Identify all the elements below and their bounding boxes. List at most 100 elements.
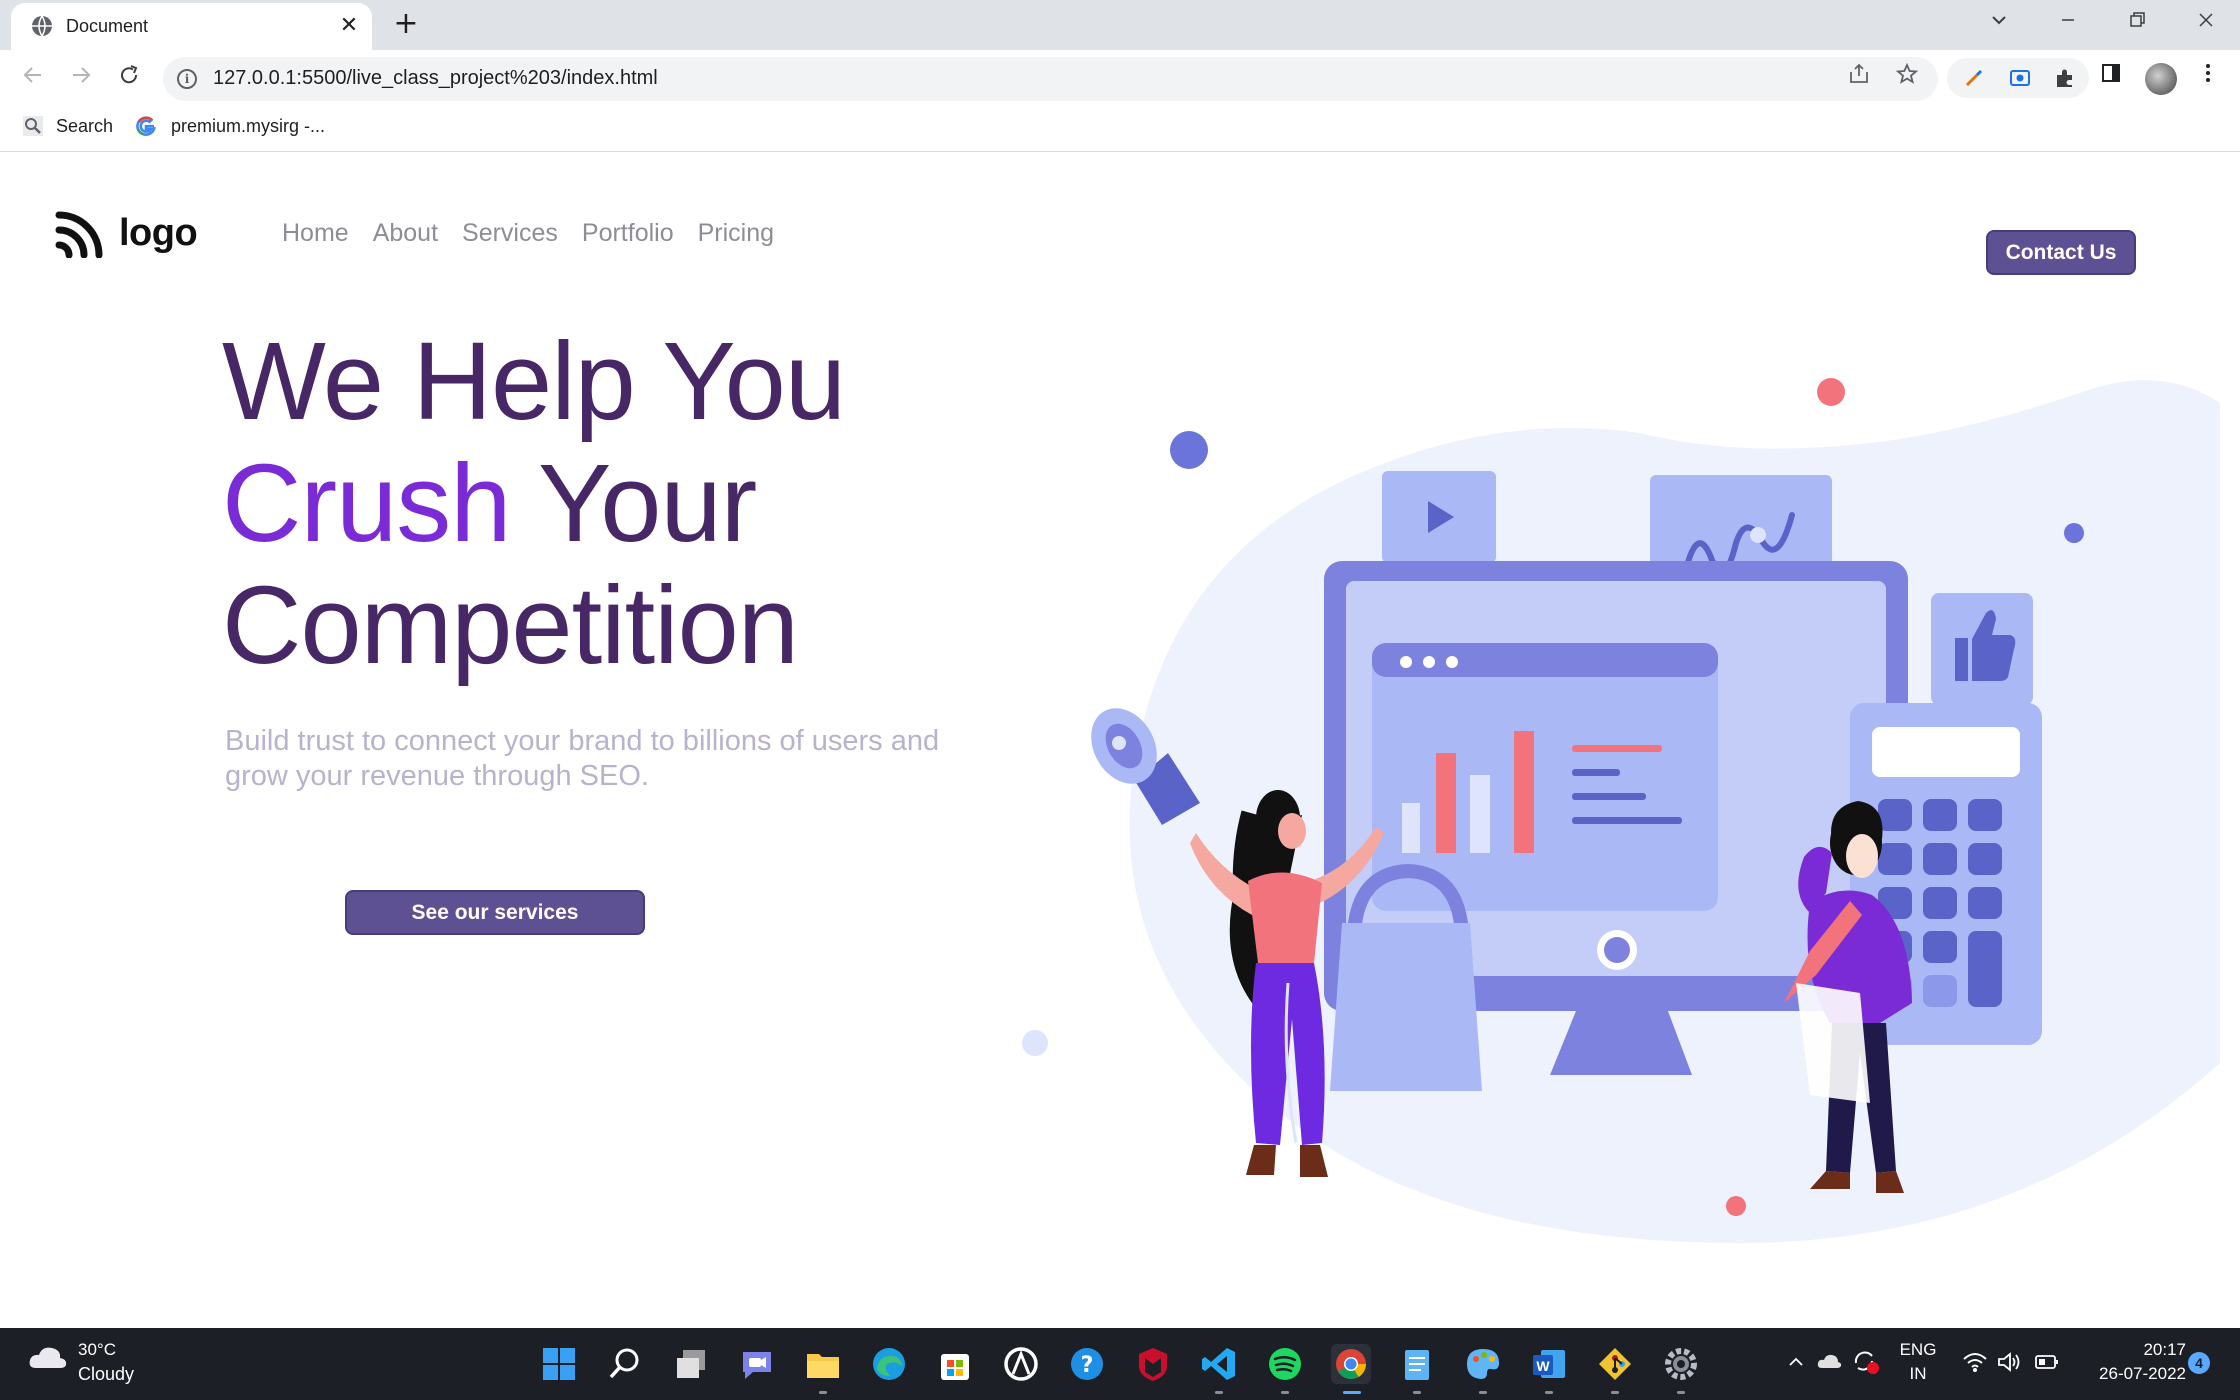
site-logo[interactable]: logo xyxy=(55,208,198,258)
nav-services[interactable]: Services xyxy=(462,219,558,248)
help-icon[interactable]: ? xyxy=(1067,1344,1107,1384)
windows-start-icon[interactable] xyxy=(539,1344,579,1384)
bar xyxy=(1470,775,1490,853)
mcafee-icon[interactable] xyxy=(1133,1344,1173,1384)
new-tab-button[interactable]: + xyxy=(391,9,421,39)
app-icon[interactable] xyxy=(1001,1344,1041,1384)
decor-dot xyxy=(2064,523,2084,543)
bookmark-label: premium.mysirg -... xyxy=(171,115,326,136)
active-indicator xyxy=(1343,1391,1361,1394)
store-icon[interactable] xyxy=(935,1344,975,1384)
color-picker-icon[interactable] xyxy=(1963,67,1985,89)
teams-chat-icon[interactable] xyxy=(737,1344,777,1384)
volume-icon[interactable] xyxy=(1996,1350,2022,1379)
notification-badge[interactable]: 4 xyxy=(2188,1352,2210,1374)
paint-icon[interactable] xyxy=(1463,1344,1503,1384)
bookmark-star-icon[interactable] xyxy=(1891,62,1923,94)
logo-text: logo xyxy=(119,211,198,254)
clock-date: 26-07-2022 xyxy=(2099,1364,2186,1383)
clock[interactable]: 20:17 26-07-2022 xyxy=(2080,1340,2186,1384)
search-icon xyxy=(23,116,43,136)
git-icon[interactable] xyxy=(1595,1344,1635,1384)
see-services-button[interactable]: See our services xyxy=(345,890,645,935)
extensions-group xyxy=(1947,58,2089,98)
contact-us-button[interactable]: Contact Us xyxy=(1986,230,2136,275)
notepad-icon[interactable] xyxy=(1397,1344,1437,1384)
spotify-icon[interactable] xyxy=(1265,1344,1305,1384)
show-hidden-icons[interactable] xyxy=(1786,1352,1806,1377)
svg-text:?: ? xyxy=(1081,1353,1094,1378)
settings-icon[interactable] xyxy=(1661,1344,1701,1384)
hero-line-1: We Help You xyxy=(222,320,846,443)
main-nav: Home About Services Portfolio Pricing xyxy=(282,219,798,248)
file-explorer-icon[interactable] xyxy=(803,1344,843,1384)
wifi-icon[interactable] xyxy=(1962,1350,1988,1379)
reload-button[interactable] xyxy=(112,62,146,96)
weather-temperature: 30°C xyxy=(78,1340,116,1359)
hero-subtitle: Build trust to connect your brand to bil… xyxy=(225,725,940,792)
nav-pricing[interactable]: Pricing xyxy=(698,219,774,248)
svg-text:W: W xyxy=(1536,1358,1550,1374)
globe-icon xyxy=(32,15,52,37)
hero-line-2-rest: Your xyxy=(510,442,757,565)
forward-button[interactable] xyxy=(64,62,98,96)
hero-illustration xyxy=(1022,378,2220,1244)
tab-search-icon[interactable] xyxy=(1982,6,2016,40)
weather-widget[interactable]: 30°C Cloudy xyxy=(28,1340,134,1384)
profile-avatar[interactable] xyxy=(2145,63,2177,95)
vscode-icon[interactable] xyxy=(1199,1344,1239,1384)
sync-alert-icon[interactable] xyxy=(1852,1349,1880,1380)
decor-dot xyxy=(1022,1030,1048,1056)
running-indicator xyxy=(819,1391,827,1394)
edge-icon[interactable] xyxy=(869,1344,909,1384)
language-indicator[interactable]: ENG IN xyxy=(1898,1340,1938,1384)
running-indicator xyxy=(1677,1391,1685,1394)
browser-tab[interactable]: Document ✕ xyxy=(11,3,372,50)
hero-line-3: Competition xyxy=(222,564,799,687)
nav-portfolio[interactable]: Portfolio xyxy=(582,219,674,248)
google-icon xyxy=(136,116,156,136)
running-indicator xyxy=(1479,1391,1487,1394)
search-icon[interactable] xyxy=(605,1344,645,1384)
bar xyxy=(1436,753,1456,853)
menu-kebab-icon[interactable] xyxy=(2192,62,2224,94)
side-panel-icon[interactable] xyxy=(2095,62,2127,94)
region-code: IN xyxy=(1909,1364,1927,1383)
bookmark-search[interactable]: Search xyxy=(22,114,113,138)
hero-accent-word: Crush xyxy=(222,442,511,565)
extensions-puzzle-icon[interactable] xyxy=(2054,67,2076,89)
onedrive-icon[interactable] xyxy=(1816,1350,1842,1377)
back-button[interactable] xyxy=(16,62,50,96)
bookmarks-bar xyxy=(0,106,2240,152)
decor-dot xyxy=(1726,1196,1746,1216)
bar xyxy=(1402,803,1420,853)
url-text[interactable]: 127.0.0.1:5500/live_class_project%203/in… xyxy=(213,67,658,90)
screen-capture-icon[interactable] xyxy=(2009,67,2031,89)
bookmark-label: Search xyxy=(56,115,114,136)
hero-heading: We Help You Crush Your Competition xyxy=(222,320,846,687)
language-code: ENG xyxy=(1899,1340,1937,1359)
running-indicator xyxy=(1611,1391,1619,1394)
running-indicator xyxy=(1215,1391,1223,1394)
running-indicator xyxy=(1413,1391,1421,1394)
minimize-icon[interactable] xyxy=(2051,6,2085,40)
clock-time: 20:17 xyxy=(2143,1340,2186,1359)
chrome-icon[interactable] xyxy=(1331,1344,1371,1384)
word-icon[interactable]: W xyxy=(1529,1344,1569,1384)
bookmark-premium-mysirg[interactable]: premium.mysirg -... xyxy=(135,114,325,138)
logo-wave-icon xyxy=(55,211,103,258)
cloud-icon xyxy=(29,1347,67,1368)
nav-home[interactable]: Home xyxy=(282,219,349,248)
close-tab-icon[interactable]: ✕ xyxy=(336,13,362,39)
address-bar[interactable]: i 127.0.0.1:5500/live_class_project%203/… xyxy=(163,57,1938,101)
site-info-icon[interactable]: i xyxy=(177,69,197,89)
decor-dot xyxy=(1817,378,1845,406)
running-indicator xyxy=(1281,1391,1289,1394)
webpage: logo Home About Services Portfolio Prici… xyxy=(0,153,2240,1328)
window-close-icon[interactable] xyxy=(2189,6,2223,40)
restore-icon[interactable] xyxy=(2120,6,2154,40)
task-view-icon[interactable] xyxy=(671,1344,711,1384)
battery-icon[interactable] xyxy=(2034,1352,2060,1377)
share-icon[interactable] xyxy=(1843,62,1875,94)
nav-about[interactable]: About xyxy=(373,219,438,248)
